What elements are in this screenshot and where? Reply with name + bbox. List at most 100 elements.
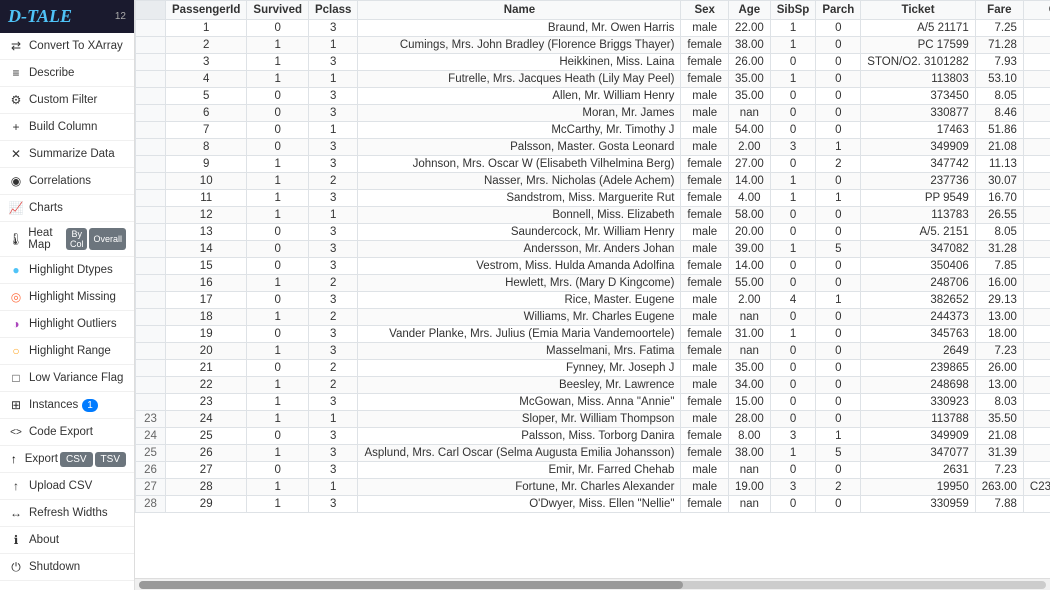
col-header-parch[interactable]: Parch (816, 1, 861, 20)
sidebar-item-refresh-widths[interactable]: ↔ Refresh Widths (0, 500, 134, 527)
cell-survived: 0 (247, 20, 309, 37)
row-number: 23 (136, 411, 166, 428)
instances-badge: 1 (82, 399, 98, 412)
table-row[interactable]: 23 24 1 1 Sloper, Mr. William Thompson m… (136, 411, 1050, 428)
sidebar-item-custom-filter[interactable]: ⚙ Custom Filter (0, 87, 134, 114)
cell-fare: 31.28 (975, 241, 1023, 258)
table-row[interactable]: 17 0 3 Rice, Master. Eugene male 2.00 4 … (136, 292, 1050, 309)
cell-age: 2.00 (728, 139, 770, 156)
table-row[interactable]: 19 0 3 Vander Planke, Mrs. Julius (Emia … (136, 326, 1050, 343)
sidebar-item-highlight-range[interactable]: ○ Highlight Range (0, 338, 134, 365)
sidebar-item-upload-csv[interactable]: ↑ Upload CSV (0, 473, 134, 500)
col-header-survived[interactable]: Survived (247, 1, 309, 20)
sidebar-item-charts[interactable]: 📈 Charts (0, 195, 134, 222)
heatmap-overall-button[interactable]: Overall (89, 228, 126, 250)
cell-passengerid: 16 (166, 275, 247, 292)
cell-age: 4.00 (728, 190, 770, 207)
export-tsv-button[interactable]: TSV (95, 452, 126, 467)
col-header-cabin[interactable]: Cabin (1023, 1, 1050, 20)
table-row[interactable]: 18 1 2 Williams, Mr. Charles Eugene male… (136, 309, 1050, 326)
cell-age: nan (728, 309, 770, 326)
table-row[interactable]: 7 0 1 McCarthy, Mr. Timothy J male 54.00… (136, 122, 1050, 139)
cell-ticket: A/5 21171 (861, 20, 975, 37)
table-row[interactable]: 5 0 3 Allen, Mr. William Henry male 35.0… (136, 88, 1050, 105)
cell-passengerid: 18 (166, 309, 247, 326)
cell-survived: 1 (247, 479, 309, 496)
table-row[interactable]: 26 27 0 3 Emir, Mr. Farred Chehab male n… (136, 462, 1050, 479)
cell-pclass: 2 (308, 309, 357, 326)
cell-fare: 13.00 (975, 377, 1023, 394)
table-row[interactable]: 21 0 2 Fynney, Mr. Joseph J male 35.00 0… (136, 360, 1050, 377)
cell-survived: 1 (247, 275, 309, 292)
sidebar-item-highlight-missing[interactable]: ◎ Highlight Missing (0, 284, 134, 311)
cell-sex: female (681, 207, 729, 224)
cell-fare: 53.10 (975, 71, 1023, 88)
sidebar-item-convert-xarray[interactable]: ⇄ Convert To XArray (0, 33, 134, 60)
export-csv-button[interactable]: CSV (60, 452, 93, 467)
col-header-passengerid[interactable]: PassengerId (166, 1, 247, 20)
table-row[interactable]: 6 0 3 Moran, Mr. James male nan 0 0 3308… (136, 105, 1050, 122)
cell-survived: 1 (247, 173, 309, 190)
table-row[interactable]: 24 25 0 3 Palsson, Miss. Torborg Danira … (136, 428, 1050, 445)
sidebar-item-instances[interactable]: ⊞ Instances 1 (0, 392, 134, 419)
table-row[interactable]: 15 0 3 Vestrom, Miss. Hulda Amanda Adolf… (136, 258, 1050, 275)
cell-cabin: nan (1023, 139, 1050, 156)
col-header-name[interactable]: Name (358, 1, 681, 20)
table-row[interactable]: 16 1 2 Hewlett, Mrs. (Mary D Kingcome) f… (136, 275, 1050, 292)
table-row[interactable]: 25 26 1 3 Asplund, Mrs. Carl Oscar (Selm… (136, 445, 1050, 462)
table-row[interactable]: 10 1 2 Nasser, Mrs. Nicholas (Adele Ache… (136, 173, 1050, 190)
cell-sex: male (681, 411, 729, 428)
sidebar-item-correlations[interactable]: ◉ Correlations (0, 168, 134, 195)
col-header-rownum (136, 1, 166, 20)
sidebar-item-heat-map[interactable]: 🌡 Heat Map By Col Overall (0, 222, 134, 257)
table-row[interactable]: 1 0 3 Braund, Mr. Owen Harris male 22.00… (136, 20, 1050, 37)
table-row[interactable]: 2 1 1 Cumings, Mrs. John Bradley (Floren… (136, 37, 1050, 54)
col-header-sibsp[interactable]: SibSp (770, 1, 816, 20)
sidebar-item-build-column[interactable]: + Build Column (0, 114, 134, 141)
cell-cabin: nan (1023, 343, 1050, 360)
cell-cabin: nan (1023, 309, 1050, 326)
sidebar-item-code-export[interactable]: <> Code Export (0, 419, 134, 446)
cell-passengerid: 28 (166, 479, 247, 496)
table-row[interactable]: 14 0 3 Andersson, Mr. Anders Johan male … (136, 241, 1050, 258)
table-row[interactable]: 4 1 1 Futrelle, Mrs. Jacques Heath (Lily… (136, 71, 1050, 88)
sidebar-item-highlight-outliers[interactable]: ◑ Highlight Outliers (0, 311, 134, 338)
table-row[interactable]: 22 1 2 Beesley, Mr. Lawrence male 34.00 … (136, 377, 1050, 394)
col-header-ticket[interactable]: Ticket (861, 1, 975, 20)
cell-name: Andersson, Mr. Anders Johan (358, 241, 681, 258)
horizontal-scrollbar[interactable] (135, 578, 1050, 590)
heatmap-bycol-button[interactable]: By Col (66, 228, 88, 250)
sidebar-item-describe[interactable]: ≡ Describe (0, 60, 134, 87)
table-row[interactable]: 9 1 3 Johnson, Mrs. Oscar W (Elisabeth V… (136, 156, 1050, 173)
table-row[interactable]: 12 1 1 Bonnell, Miss. Elizabeth female 5… (136, 207, 1050, 224)
cell-age: 22.00 (728, 20, 770, 37)
cell-passengerid: 7 (166, 122, 247, 139)
sidebar-item-highlight-dtypes[interactable]: ● Highlight Dtypes (0, 257, 134, 284)
export-label[interactable]: Export (25, 453, 58, 465)
table-row[interactable]: 8 0 3 Palsson, Master. Gosta Leonard mal… (136, 139, 1050, 156)
cell-sibsp: 0 (770, 224, 816, 241)
cell-pclass: 3 (308, 428, 357, 445)
table-row[interactable]: 3 1 3 Heikkinen, Miss. Laina female 26.0… (136, 54, 1050, 71)
cell-sibsp: 0 (770, 207, 816, 224)
col-header-fare[interactable]: Fare (975, 1, 1023, 20)
col-header-pclass[interactable]: Pclass (308, 1, 357, 20)
cell-survived: 0 (247, 241, 309, 258)
table-container[interactable]: PassengerId Survived Pclass Name Sex Age… (135, 0, 1050, 578)
table-row[interactable]: 27 28 1 1 Fortune, Mr. Charles Alexander… (136, 479, 1050, 496)
cell-sibsp: 3 (770, 139, 816, 156)
table-row[interactable]: 11 1 3 Sandstrom, Miss. Marguerite Rut f… (136, 190, 1050, 207)
table-row[interactable]: 20 1 3 Masselmani, Mrs. Fatima female na… (136, 343, 1050, 360)
table-row[interactable]: 13 0 3 Saundercock, Mr. William Henry ma… (136, 224, 1050, 241)
sidebar-item-label: Highlight Missing (29, 291, 116, 303)
col-header-sex[interactable]: Sex (681, 1, 729, 20)
sidebar-item-summarize-data[interactable]: ✕ Summarize Data (0, 141, 134, 168)
cell-passengerid: 17 (166, 292, 247, 309)
sidebar-item-about[interactable]: ℹ About (0, 527, 134, 554)
table-row[interactable]: 28 29 1 3 O'Dwyer, Miss. Ellen "Nellie" … (136, 496, 1050, 513)
sidebar-item-low-variance[interactable]: □ Low Variance Flag (0, 365, 134, 392)
col-header-age[interactable]: Age (728, 1, 770, 20)
cell-name: Fynney, Mr. Joseph J (358, 360, 681, 377)
table-row[interactable]: 23 1 3 McGowan, Miss. Anna "Annie" femal… (136, 394, 1050, 411)
sidebar-item-shutdown[interactable]: ⏻ Shutdown (0, 554, 134, 581)
